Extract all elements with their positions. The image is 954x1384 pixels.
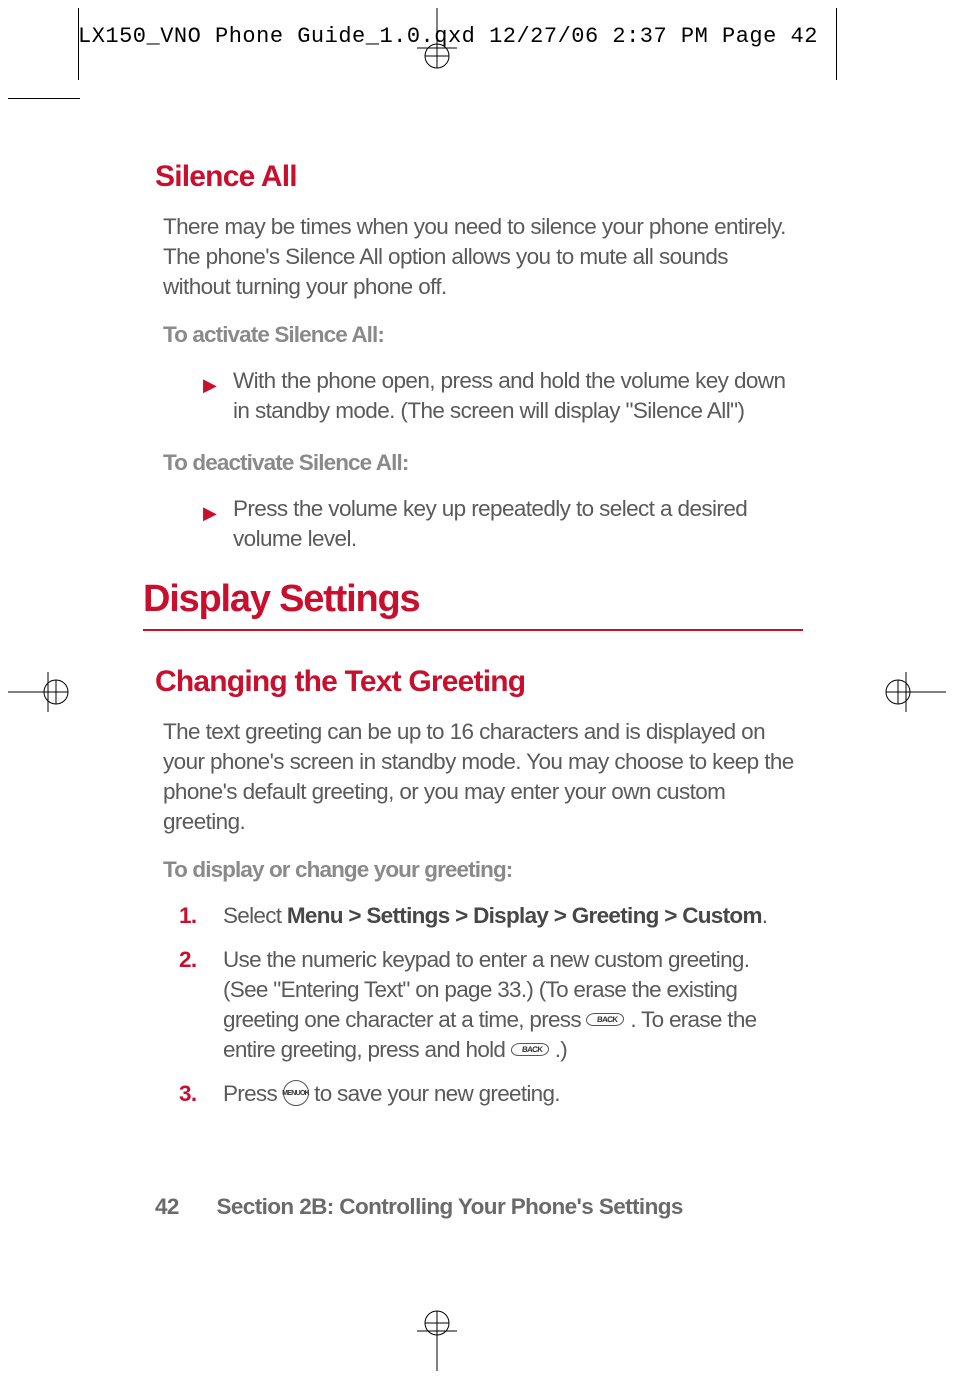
registration-mark-bottom xyxy=(415,1309,459,1376)
triangle-bullet-icon: ▶ xyxy=(203,494,233,528)
bullet-list: ▶ With the phone open, press and hold th… xyxy=(203,366,797,426)
subheading-silence-all: Silence All xyxy=(155,160,805,194)
bullet-text: Press the volume key up repeatedly to se… xyxy=(233,494,797,554)
registration-mark-left xyxy=(8,670,70,719)
paragraph: There may be times when you need to sile… xyxy=(163,212,797,302)
instruction-label: To display or change your greeting: xyxy=(163,857,797,883)
step-text: Select Menu > Settings > Display > Greet… xyxy=(223,901,797,931)
list-item: ▶ With the phone open, press and hold th… xyxy=(203,366,797,426)
crop-corner-line xyxy=(78,8,79,80)
registration-mark-top xyxy=(415,8,459,75)
key-label-bottom: OK xyxy=(300,1090,309,1097)
list-item: ▶ Press the volume key up repeatedly to … xyxy=(203,494,797,554)
text-run: to save your new greeting. xyxy=(314,1081,560,1106)
step-number: 2. xyxy=(179,945,223,975)
step-text: Press MENUOK to save your new greeting. xyxy=(223,1079,797,1109)
instruction-label: To activate Silence All: xyxy=(163,322,797,348)
page-content: Silence All There may be times when you … xyxy=(155,160,805,1123)
list-item: 2. Use the numeric keypad to enter a new… xyxy=(179,945,797,1065)
step-number: 3. xyxy=(179,1079,223,1109)
subheading-text-greeting: Changing the Text Greeting xyxy=(155,665,805,699)
menu-path: Menu > Settings > Display > Greeting > C… xyxy=(287,903,762,928)
crop-corner-line xyxy=(8,98,80,99)
bullet-list: ▶ Press the volume key up repeatedly to … xyxy=(203,494,797,554)
list-item: 3. Press MENUOK to save your new greetin… xyxy=(179,1079,797,1109)
registration-mark-right xyxy=(884,670,946,719)
instruction-label: To deactivate Silence All: xyxy=(163,450,797,476)
triangle-bullet-icon: ▶ xyxy=(203,366,233,400)
main-heading-display-settings: Display Settings xyxy=(143,578,803,631)
numbered-list: 1. Select Menu > Settings > Display > Gr… xyxy=(179,901,797,1109)
text-run: . xyxy=(762,903,768,928)
page-number: 42 xyxy=(155,1194,179,1219)
text-run: Press xyxy=(223,1081,283,1106)
page-footer: 42 Section 2B: Controlling Your Phone's … xyxy=(155,1194,683,1220)
step-number: 1. xyxy=(179,901,223,931)
list-item: 1. Select Menu > Settings > Display > Gr… xyxy=(179,901,797,931)
paragraph: The text greeting can be up to 16 charac… xyxy=(163,717,797,837)
bullet-text: With the phone open, press and hold the … xyxy=(233,366,797,426)
menu-ok-key-icon: MENUOK xyxy=(283,1080,309,1106)
step-text: Use the numeric keypad to enter a new cu… xyxy=(223,945,797,1065)
back-key-icon: BACK xyxy=(586,1013,626,1026)
text-run: .) xyxy=(555,1037,567,1062)
crop-corner-line xyxy=(836,8,837,80)
key-label-top: MENU xyxy=(282,1090,300,1097)
section-title: Section 2B: Controlling Your Phone's Set… xyxy=(216,1194,682,1219)
text-run: Select xyxy=(223,903,287,928)
back-key-icon: BACK xyxy=(510,1043,550,1056)
